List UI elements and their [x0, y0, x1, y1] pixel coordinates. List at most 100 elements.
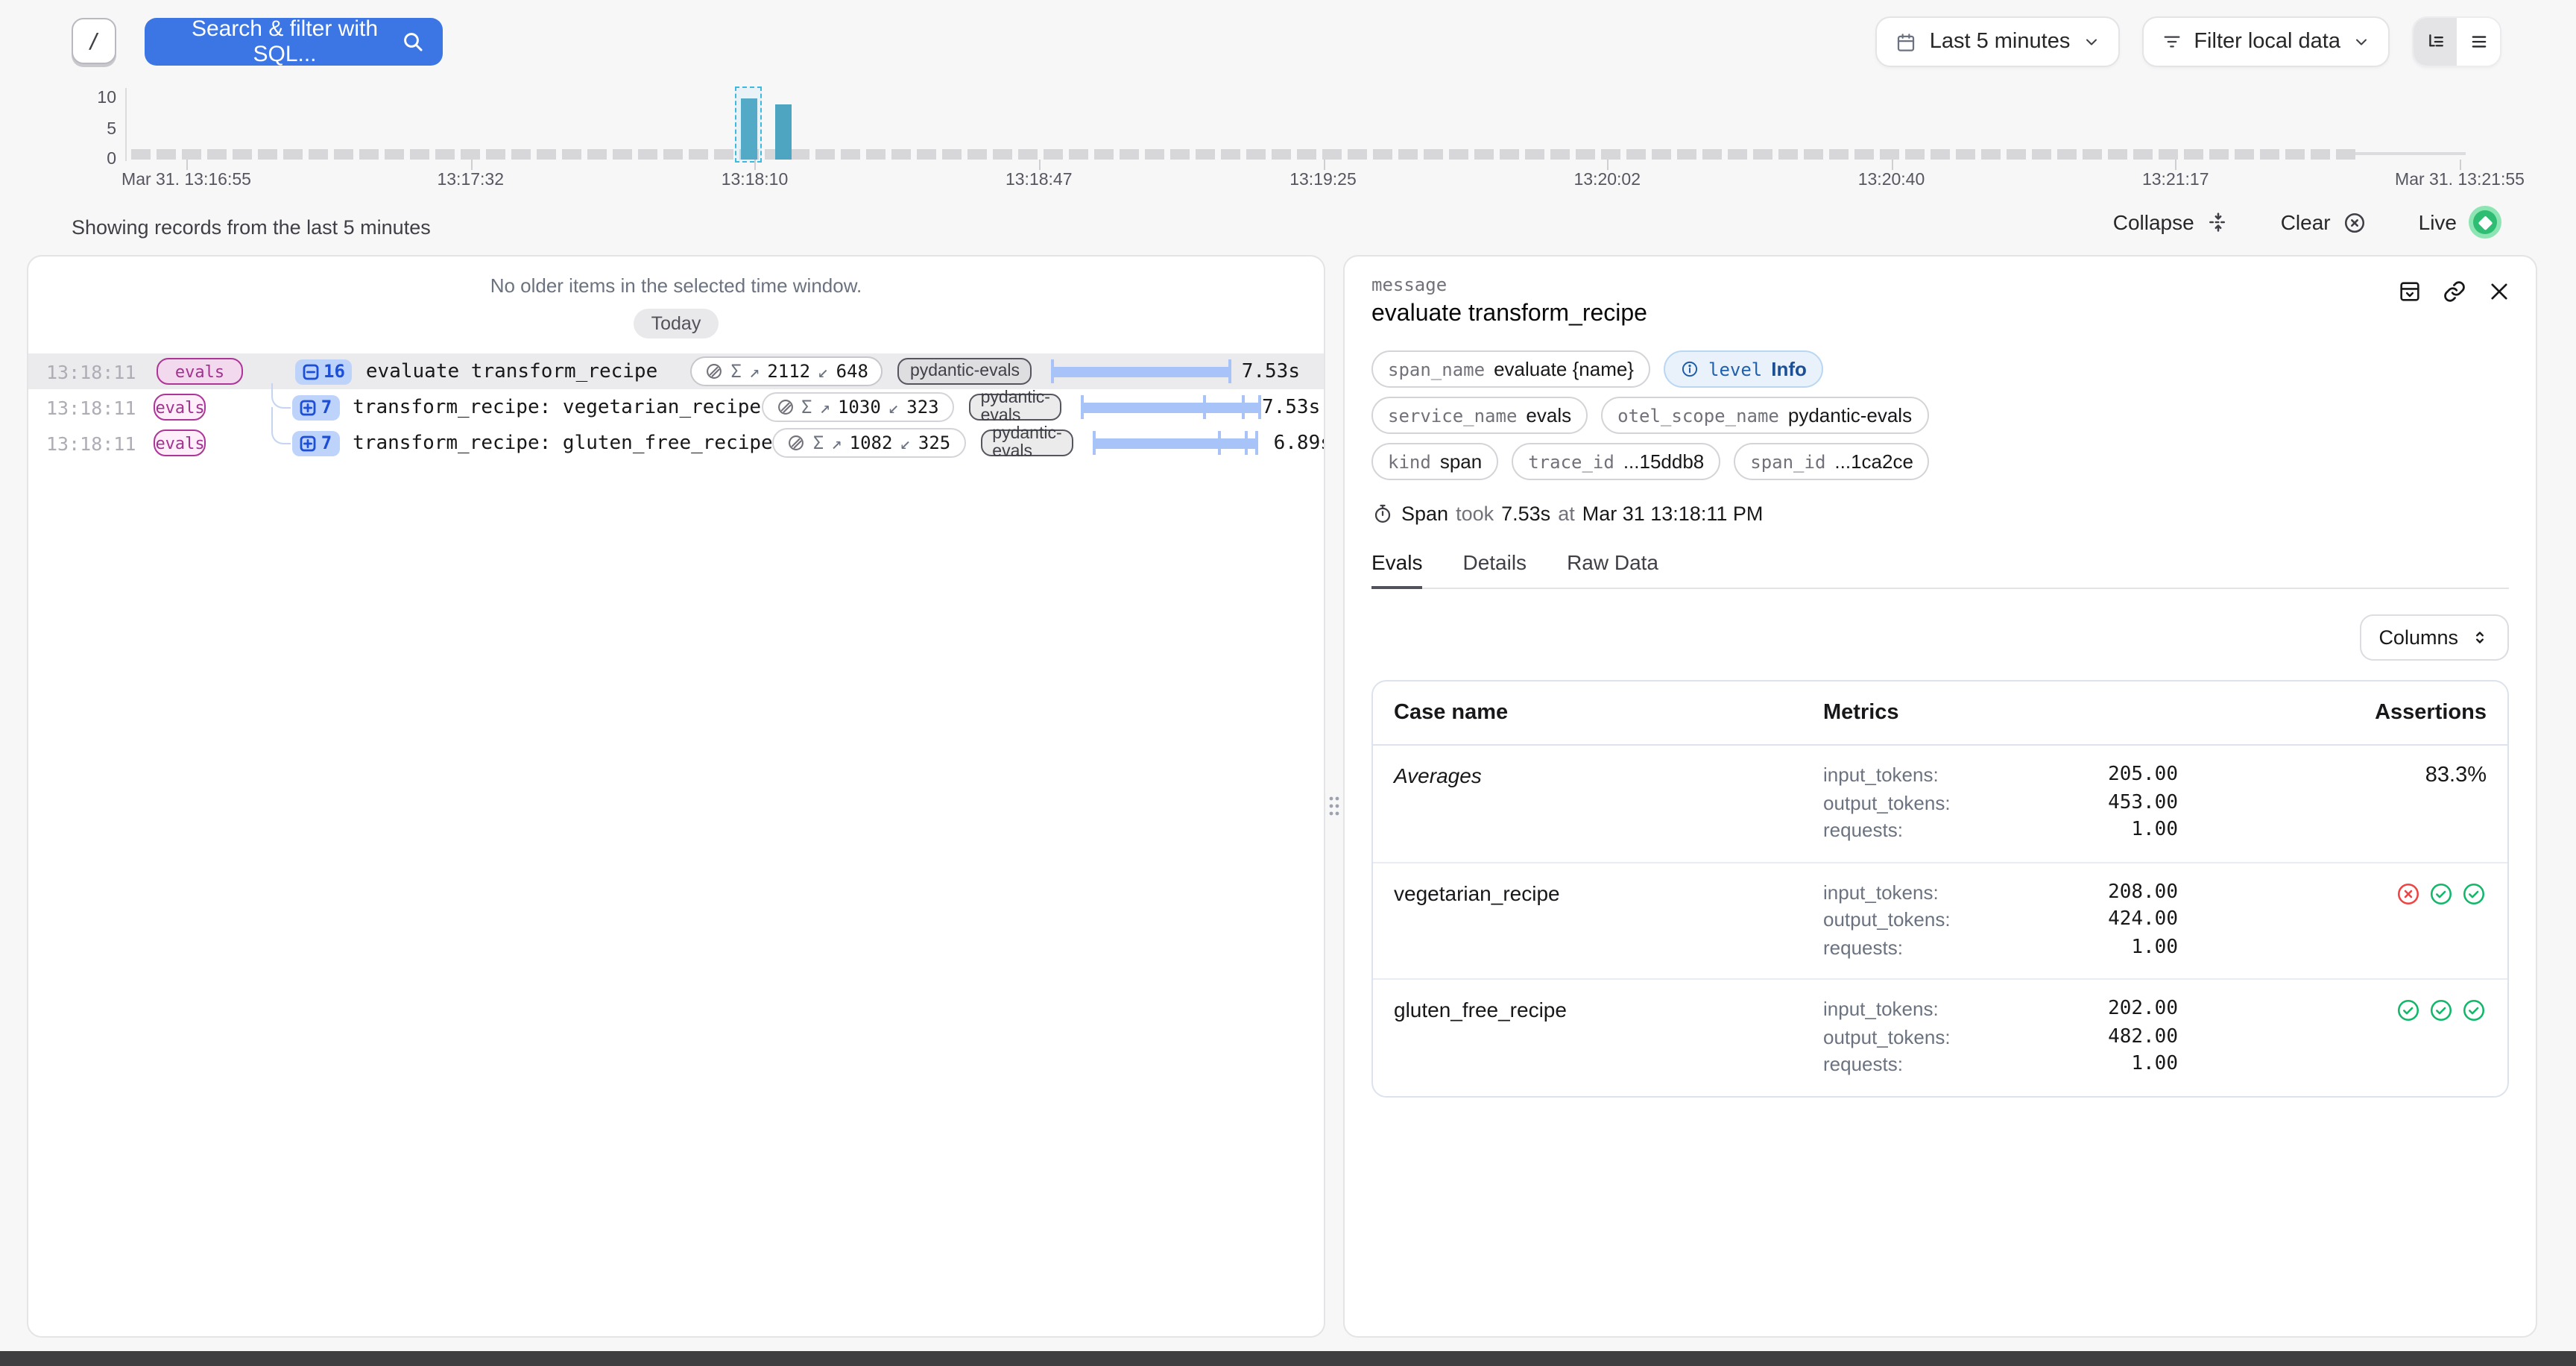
filter-local-data-dropdown[interactable]: Filter local data — [2141, 16, 2390, 67]
child-count-chip[interactable]: 7 — [293, 394, 339, 420]
attribute-badge[interactable]: service_name evals — [1371, 397, 1588, 434]
x-tick-label: Mar 31. 13:16:55 — [67, 171, 306, 189]
expand-square-icon — [300, 435, 317, 451]
list-tree-icon — [2425, 31, 2446, 52]
evals-tag[interactable]: evals — [154, 429, 206, 456]
baseline-dash-strip — [131, 149, 2355, 160]
record-duration: 6.89s — [1274, 432, 1325, 454]
token-stats-pill[interactable]: Σ ↗ 1082 ↙ 325 — [773, 428, 966, 458]
live-toggle[interactable]: Live — [2419, 206, 2501, 239]
metric-label: requests: — [1823, 936, 1903, 963]
evals-tag[interactable]: evals — [157, 358, 243, 385]
record-kind-label: message — [1371, 274, 2509, 295]
eval-case-row[interactable]: gluten_free_recipe input_tokens:202.00ou… — [1373, 980, 2507, 1095]
metric-value: 453.00 — [2108, 791, 2178, 819]
record-duration: 7.53s — [1231, 360, 1324, 383]
child-count-chip[interactable]: 7 — [293, 430, 339, 456]
tab-raw-data[interactable]: Raw Data — [1567, 550, 1658, 588]
record-row[interactable]: 13:18:11 evals 16 evaluate transform_rec… — [28, 353, 1324, 389]
search-button[interactable]: Search & filter with SQL... — [145, 18, 443, 66]
eval-case-row[interactable]: Averages input_tokens:205.00output_token… — [1373, 746, 2507, 863]
record-time: 13:18:11 — [28, 432, 136, 454]
record-row[interactable]: 13:18:11 evals 7 transform_recipe: veget… — [28, 389, 1324, 425]
case-assertions — [2396, 881, 2487, 963]
attribute-badge[interactable]: kind span — [1371, 443, 1498, 480]
record-row[interactable]: 13:18:11 evals 7 transform_recipe: glute… — [28, 425, 1324, 461]
token-stats-pill[interactable]: Σ ↗ 1030 ↙ 323 — [761, 392, 954, 422]
scope-tag[interactable]: pydantic-evals — [980, 429, 1073, 456]
filter-label: Filter local data — [2194, 30, 2340, 54]
collapse-button-label: Collapse — [2113, 210, 2194, 234]
child-count: 7 — [321, 432, 332, 453]
histogram-bar[interactable] — [775, 104, 792, 160]
arrow-down-left-icon: ↙ — [900, 432, 910, 453]
attribute-badge[interactable]: span_id ...1ca2ce — [1734, 443, 1930, 480]
live-toggle-label: Live — [2419, 210, 2457, 234]
close-panel-icon[interactable] — [2487, 279, 2512, 304]
tree-connector — [272, 407, 291, 444]
filter-icon — [2161, 31, 2182, 52]
day-chip[interactable]: Today — [634, 309, 719, 339]
assertions-percent: 83.3% — [2425, 764, 2487, 787]
columns-button[interactable]: Columns — [2359, 614, 2509, 661]
record-time: 13:18:11 — [28, 360, 139, 383]
badge-key: span_id — [1750, 451, 1825, 472]
panel-resize-handle[interactable] — [1325, 790, 1343, 820]
time-range-dropdown[interactable]: Last 5 minutes — [1876, 16, 2120, 67]
span-line-word: took — [1456, 503, 1494, 525]
collapse-button[interactable]: Collapse — [2113, 210, 2230, 234]
tab-evals[interactable]: Evals — [1371, 550, 1422, 588]
attribute-badge[interactable]: span_name evaluate {name} — [1371, 350, 1650, 388]
bottom-dock-edge — [0, 1351, 2576, 1366]
eval-case-row[interactable]: vegetarian_recipe input_tokens:208.00out… — [1373, 863, 2507, 980]
case-name: vegetarian_recipe — [1394, 881, 1823, 963]
header-metrics: Metrics — [1823, 701, 2178, 725]
tree-view-button[interactable] — [2414, 18, 2457, 66]
attribute-badge[interactable]: trace_id ...15ddb8 — [1512, 443, 1720, 480]
attribute-badges: span_name evaluate {name} level Info ser… — [1371, 350, 2509, 480]
badge-value: Info — [1771, 358, 1807, 380]
detail-tabs: Evals Details Raw Data — [1371, 550, 2509, 589]
child-count-chip[interactable]: 16 — [295, 359, 353, 384]
token-coin-icon — [788, 434, 806, 452]
arrow-up-right-icon: ↗ — [820, 397, 830, 418]
tab-details[interactable]: Details — [1462, 550, 1527, 588]
records-histogram[interactable]: 1050 Mar 31. 13:16:5513:17:3213:18:1013:… — [0, 82, 2576, 189]
slash-shortcut-key[interactable]: / — [72, 18, 116, 64]
badge-key: span_name — [1388, 359, 1485, 380]
badge-key: kind — [1388, 451, 1431, 472]
span-line-word: at — [1558, 503, 1575, 525]
sigma-icon: Σ — [801, 397, 812, 418]
bar-selection-box — [735, 86, 762, 163]
token-stats-pill[interactable]: Σ ↗ 2112 ↙ 648 — [690, 356, 883, 386]
case-metrics: input_tokens:208.00output_tokens:424.00r… — [1823, 881, 2178, 963]
chevron-down-icon — [2352, 33, 2370, 51]
list-view-button[interactable] — [2457, 18, 2500, 66]
scope-tag[interactable]: pydantic-evals — [898, 358, 1032, 385]
record-message: transform_recipe: vegetarian_recipe — [353, 396, 761, 418]
case-assertions — [2396, 998, 2487, 1080]
assertion-pass-icon — [2461, 998, 2487, 1023]
showing-records-text: Showing records from the last 5 minutes — [72, 216, 431, 239]
badge-key: otel_scope_name — [1617, 405, 1779, 426]
sigma-icon: Σ — [730, 361, 741, 382]
copy-link-icon[interactable] — [2442, 279, 2467, 304]
evals-tag[interactable]: evals — [154, 394, 206, 421]
duration-bar — [1082, 395, 1262, 419]
clear-button[interactable]: Clear — [2281, 210, 2368, 235]
level-badge[interactable]: level Info — [1664, 350, 1823, 388]
evals-table-header: Case name Metrics Assertions — [1373, 682, 2507, 746]
arrow-up-right-icon: ↗ — [831, 432, 842, 453]
x-tick-mark — [2176, 160, 2177, 170]
case-name: Averages — [1394, 764, 1823, 846]
span-detail-panel: message evaluate transform_recipe span_n… — [1343, 255, 2537, 1338]
child-count: 7 — [321, 397, 332, 418]
scope-tag[interactable]: pydantic-evals — [969, 394, 1062, 421]
open-in-panel-icon[interactable] — [2397, 279, 2422, 304]
input-tokens-count: 1082 — [850, 432, 893, 453]
assertion-pass-icon — [2428, 998, 2454, 1023]
output-tokens-count: 325 — [918, 432, 950, 453]
x-tick-mark — [1607, 160, 1609, 170]
attribute-badge[interactable]: otel_scope_name pydantic-evals — [1601, 397, 1928, 434]
empty-window-notice: No older items in the selected time wind… — [28, 274, 1324, 297]
